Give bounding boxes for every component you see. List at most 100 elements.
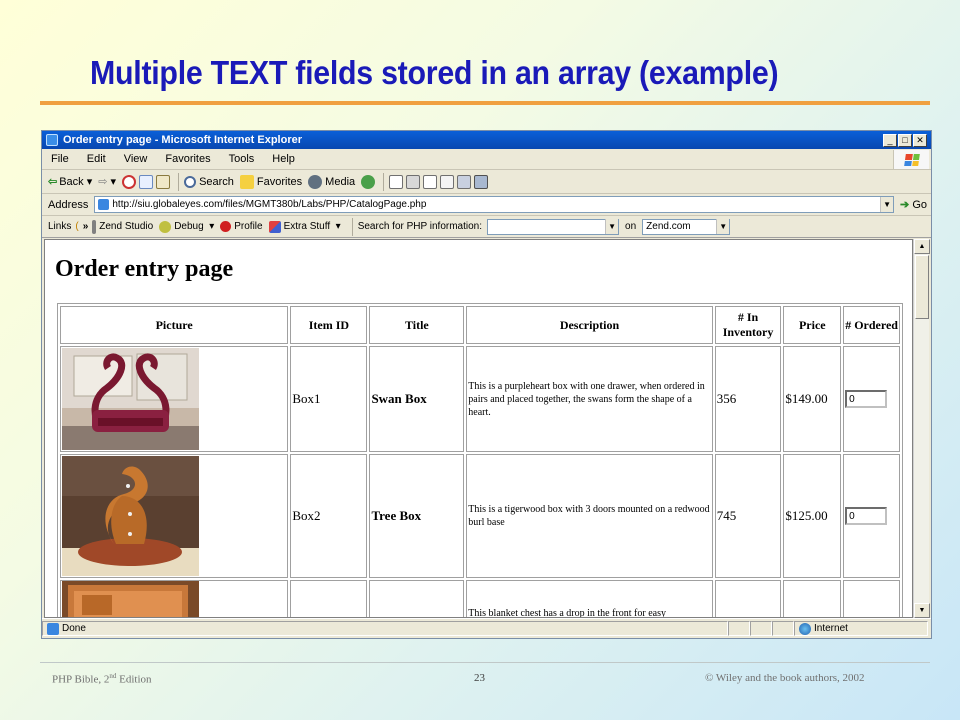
media-button[interactable]: Media — [308, 174, 355, 189]
col-title: Title — [369, 306, 465, 344]
status-bar: Done Internet — [42, 618, 931, 638]
col-inventory: # In Inventory — [714, 306, 782, 344]
menu-help[interactable]: Help — [263, 153, 304, 165]
stop-icon[interactable] — [122, 174, 137, 189]
table-row: Box2 Tree Box This is a tigerwood box wi… — [60, 454, 900, 578]
extra-stuff-icon — [268, 220, 281, 233]
debug-menu[interactable]: Debug ▾ — [159, 220, 214, 233]
status-cell — [772, 621, 794, 636]
status-main: Done — [42, 621, 728, 636]
page-done-icon — [47, 622, 59, 635]
vertical-scrollbar[interactable]: ▲ ▼ — [913, 239, 930, 618]
php-search-input[interactable]: ▼ — [487, 218, 620, 235]
inventory-cell: 356 — [714, 346, 782, 452]
favorites-icon — [239, 174, 254, 189]
on-label: on — [625, 221, 637, 232]
menu-favorites[interactable]: Favorites — [156, 153, 219, 165]
forward-button[interactable]: ⇨ ▾ — [98, 175, 116, 188]
item-id-cell: Box1 — [290, 346, 368, 452]
footer-edition: Edition — [116, 673, 152, 686]
discuss-icon[interactable] — [440, 174, 455, 189]
footer-book-title: PHP Bible, 2 — [52, 673, 110, 686]
scroll-up-icon[interactable]: ▲ — [914, 239, 930, 254]
page-number: 23 — [474, 672, 485, 684]
profile-label: Profile — [234, 221, 263, 232]
print-icon[interactable] — [406, 174, 421, 189]
menu-edit[interactable]: Edit — [78, 153, 115, 165]
media-icon — [308, 174, 323, 189]
close-button[interactable]: ✕ — [913, 133, 927, 147]
toolbar-separator — [351, 217, 353, 236]
maximize-button[interactable]: □ — [898, 133, 912, 147]
internet-globe-icon — [799, 622, 811, 635]
tree-box-photo — [60, 454, 289, 578]
table-header-row: Picture Item ID Title Description # In I… — [60, 306, 900, 344]
col-picture: Picture — [60, 306, 289, 344]
edit-icon[interactable] — [423, 174, 438, 189]
favorites-label: Favorites — [256, 175, 303, 188]
ordered-input[interactable]: 0 — [845, 390, 888, 408]
price-cell: $125.00 — [783, 454, 842, 578]
chevron-right-icon[interactable]: » — [83, 221, 89, 232]
search-engine-value: Zend.com — [646, 221, 691, 232]
swan-box-photo — [60, 346, 289, 452]
research-icon[interactable] — [457, 174, 472, 189]
description-cell: This is a tigerwood box with 3 doors mou… — [466, 454, 713, 578]
go-button[interactable]: ➔ Go — [900, 198, 927, 212]
minimize-button[interactable]: _ — [883, 133, 897, 147]
search-engine-select[interactable]: Zend.com ▼ — [642, 218, 731, 235]
back-label: Back — [59, 175, 84, 188]
refresh-icon[interactable] — [139, 174, 154, 189]
catalog-table: Picture Item ID Title Description # In I… — [57, 303, 903, 617]
ie-page-icon — [46, 134, 58, 146]
page-viewport: Order entry page Picture Item ID Title D… — [44, 239, 913, 618]
price-cell — [783, 580, 842, 617]
home-icon[interactable] — [156, 174, 171, 189]
history-icon[interactable] — [361, 174, 376, 189]
address-dropdown-icon[interactable]: ▼ — [880, 197, 894, 212]
col-ordered: # Ordered — [843, 306, 900, 344]
status-text: Done — [62, 623, 86, 634]
search-button[interactable]: Search — [184, 175, 234, 188]
description-cell: This blanket chest has a drop in the fro… — [466, 580, 713, 617]
menu-view[interactable]: View — [115, 153, 157, 165]
profile-menu[interactable]: Profile — [220, 221, 263, 232]
address-label: Address — [48, 198, 89, 211]
extra-stuff-menu[interactable]: Extra Stuff ▾ — [268, 220, 341, 233]
scroll-thumb[interactable] — [915, 255, 929, 319]
col-item-id: Item ID — [290, 306, 368, 344]
col-description: Description — [466, 306, 713, 344]
ordered-input[interactable]: 0 — [845, 507, 888, 525]
messenger-icon[interactable] — [474, 174, 489, 189]
php-search-dropdown-icon[interactable]: ▼ — [605, 219, 619, 234]
zend-studio-link[interactable]: Zend Studio — [92, 219, 153, 234]
favorites-button[interactable]: Favorites — [239, 174, 303, 189]
col-price: Price — [783, 306, 842, 344]
zend-grip-icon — [92, 219, 97, 234]
go-label: Go — [912, 198, 927, 211]
address-input[interactable]: http://siu.globaleyes.com/files/MGMT380b… — [94, 196, 895, 213]
item-id-cell: Box2 — [290, 454, 368, 578]
scroll-down-icon[interactable]: ▼ — [914, 603, 930, 618]
footer-rule — [40, 662, 930, 663]
ordered-cell: 0 — [843, 454, 900, 578]
links-label[interactable]: Links — [48, 221, 71, 232]
window-titlebar[interactable]: Order entry page - Microsoft Internet Ex… — [42, 131, 931, 149]
status-zone: Internet — [794, 621, 928, 636]
search-engine-dropdown-icon[interactable]: ▼ — [716, 219, 730, 234]
footer-book: PHP Bible, 2nd Edition — [52, 672, 152, 686]
price-cell: $149.00 — [783, 346, 842, 452]
back-arrow-icon: ⇦ — [48, 176, 58, 188]
forward-arrow-icon: ⇨ — [98, 176, 108, 188]
search-php-label: Search for PHP information: — [357, 221, 483, 232]
item-id-cell — [290, 580, 368, 617]
menu-tools[interactable]: Tools — [220, 153, 264, 165]
window-title: Order entry page - Microsoft Internet Ex… — [63, 134, 302, 146]
toolbar-separator — [383, 172, 385, 191]
back-button[interactable]: ⇦ Back ▾ — [48, 175, 92, 189]
mail-icon[interactable] — [389, 174, 404, 189]
profile-icon — [220, 221, 232, 232]
menu-file[interactable]: File — [42, 153, 78, 165]
search-label: Search — [199, 175, 234, 188]
title-cell — [369, 580, 465, 617]
